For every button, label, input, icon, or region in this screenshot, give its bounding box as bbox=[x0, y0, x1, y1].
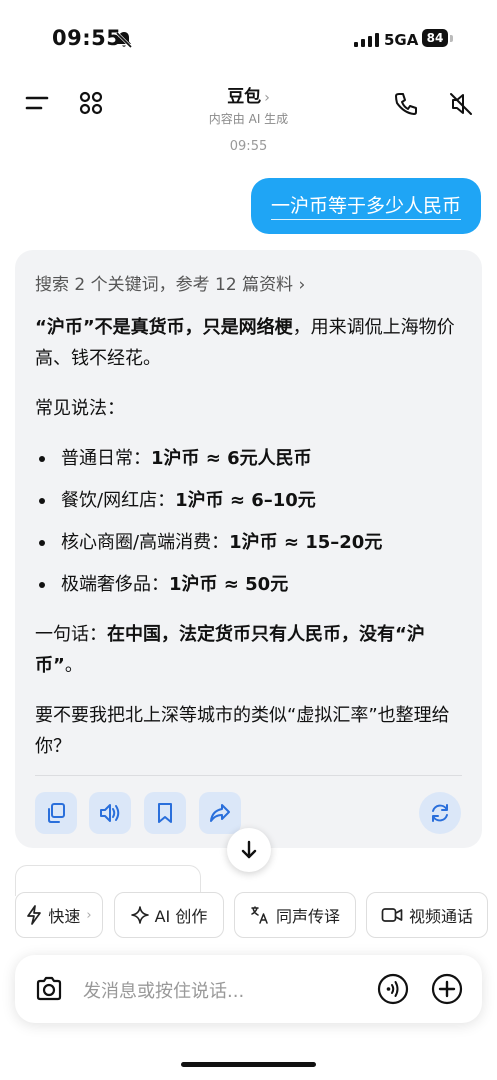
battery-icon: 84 bbox=[422, 29, 448, 47]
bot-reply-content: “沪币”不是真货币，只是网络梗，用来调侃上海物价高、钱不经花。 常见说法： 普通… bbox=[35, 312, 465, 762]
speaker-icon[interactable] bbox=[89, 792, 131, 834]
bell-off-icon bbox=[115, 31, 133, 49]
add-icon[interactable] bbox=[430, 972, 464, 1006]
chip-video-call[interactable]: 视频通话 bbox=[366, 892, 488, 938]
chevron-right-icon: › bbox=[264, 90, 270, 106]
video-icon bbox=[381, 908, 403, 922]
search-summary-link[interactable]: 搜索 2 个关键词，参考 12 篇资料 › bbox=[35, 270, 305, 295]
chevron-right-icon: › bbox=[86, 907, 92, 923]
list-item: 餐饮/网红店：1沪币 ≈ 6–10元 bbox=[35, 485, 465, 516]
copy-icon[interactable] bbox=[35, 792, 77, 834]
status-time: 09:55 bbox=[52, 26, 122, 50]
bot-reply-card: 搜索 2 个关键词，参考 12 篇资料 › “沪币”不是真货币，只是网络梗，用来… bbox=[15, 250, 482, 848]
rate-list: 普通日常：1沪币 ≈ 6元人民币 餐饮/网红店：1沪币 ≈ 6–10元 核心商圈… bbox=[35, 443, 465, 600]
list-item-value: 1沪币 ≈ 6元人民币 bbox=[151, 448, 312, 469]
message-input-bar: 发消息或按住说话... bbox=[15, 955, 482, 1023]
chip-label: AI 创作 bbox=[154, 907, 208, 926]
ai-generated-note: 内容由 AI 生成 bbox=[208, 112, 289, 126]
share-icon[interactable] bbox=[199, 792, 241, 834]
reply-summary-end: 。 bbox=[64, 655, 83, 676]
signal-icon bbox=[354, 33, 379, 47]
reply-summary-lead: 一句话： bbox=[35, 624, 107, 645]
chip-simultaneous-interpretation[interactable]: 同声传译 bbox=[234, 892, 356, 938]
user-message-text: 一沪币等于多少人民币 bbox=[270, 195, 461, 220]
list-item-label: 餐饮/网红店： bbox=[61, 490, 176, 511]
list-item: 普通日常：1沪币 ≈ 6元人民币 bbox=[35, 443, 465, 474]
divider bbox=[35, 775, 462, 776]
list-item-label: 极端奢侈品： bbox=[61, 574, 169, 595]
status-bar: 09:55 5GA 84 bbox=[0, 0, 497, 80]
reply-bold-claim: “沪币”不是真货币，只是网络梗 bbox=[35, 317, 293, 338]
list-item-value: 1沪币 ≈ 15–20元 bbox=[229, 532, 383, 553]
battery-tip bbox=[450, 35, 453, 42]
refresh-icon[interactable] bbox=[419, 792, 461, 834]
chip-fast-mode[interactable]: 快速 › bbox=[15, 892, 103, 938]
message-input[interactable]: 发消息或按住说话... bbox=[83, 977, 244, 1003]
list-item: 核心商圈/高端消费：1沪币 ≈ 15–20元 bbox=[35, 527, 465, 558]
arrow-down-icon bbox=[241, 840, 257, 859]
list-item-value: 1沪币 ≈ 6–10元 bbox=[175, 490, 316, 511]
scroll-down-button[interactable] bbox=[227, 828, 271, 872]
phone-icon[interactable] bbox=[390, 88, 422, 120]
lightning-icon bbox=[27, 905, 42, 925]
reply-paragraph-3: 一句话：在中国，法定货币只有人民币，没有“沪币”。 bbox=[35, 619, 465, 681]
sparkle-icon bbox=[130, 906, 149, 924]
voice-input-icon[interactable] bbox=[376, 972, 410, 1006]
message-timestamp: 09:55 bbox=[229, 139, 268, 154]
camera-icon[interactable] bbox=[33, 973, 65, 1005]
list-item-label: 普通日常： bbox=[61, 448, 151, 469]
list-item-label: 核心商圈/高端消费： bbox=[61, 532, 230, 553]
chip-label: 视频通话 bbox=[408, 907, 473, 926]
translate-icon bbox=[251, 906, 268, 924]
quick-actions: 快速 › AI 创作 同声传译 视频通话 bbox=[0, 892, 497, 940]
chip-label: 快速 bbox=[48, 907, 81, 926]
reply-paragraph-1: “沪币”不是真货币，只是网络梗，用来调侃上海物价高、钱不经花。 bbox=[35, 312, 465, 374]
bookmark-icon[interactable] bbox=[144, 792, 186, 834]
list-item: 极端奢侈品：1沪币 ≈ 50元 bbox=[35, 569, 465, 600]
reply-paragraph-2: 常见说法： bbox=[35, 398, 125, 419]
chat-title-block[interactable]: 豆包 › 内容由 AI 生成 bbox=[0, 82, 497, 127]
home-indicator bbox=[181, 1062, 316, 1067]
chat-header: 豆包 › 内容由 AI 生成 bbox=[0, 80, 497, 140]
chip-label: 同声传译 bbox=[275, 907, 340, 926]
list-item-value: 1沪币 ≈ 50元 bbox=[169, 574, 289, 595]
network-label: 5GA bbox=[384, 31, 419, 49]
chat-title: 豆包 bbox=[227, 87, 262, 107]
chip-ai-create[interactable]: AI 创作 bbox=[114, 892, 224, 938]
speaker-mute-icon[interactable] bbox=[445, 88, 477, 120]
reply-paragraph-4: 要不要我把北上深等城市的类似“虚拟汇率”也整理给你？ bbox=[35, 705, 450, 757]
user-message-bubble[interactable]: 一沪币等于多少人民币 bbox=[250, 178, 481, 234]
